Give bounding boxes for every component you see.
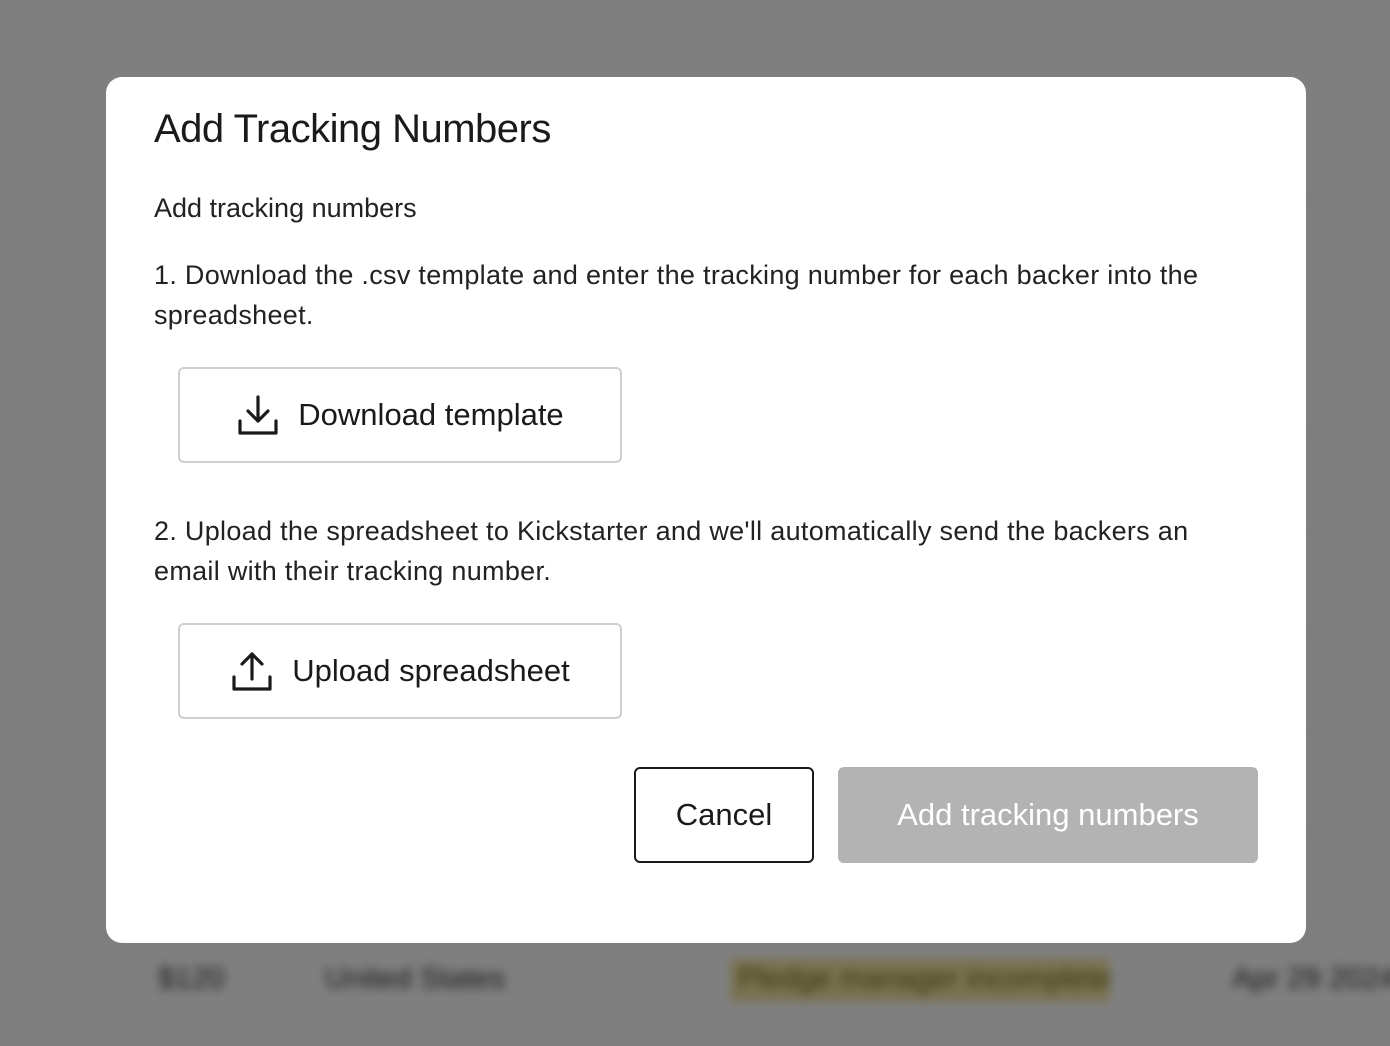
add-tracking-numbers-modal: Add Tracking Numbers Add tracking number… xyxy=(106,77,1306,943)
page: $120 United States Pledge manager incomp… xyxy=(0,0,1390,1046)
cancel-button[interactable]: Cancel xyxy=(634,767,814,863)
upload-spreadsheet-button[interactable]: Upload spreadsheet xyxy=(178,623,622,719)
step-1-instructions: 1. Download the .csv template and enter … xyxy=(154,260,1199,330)
add-tracking-numbers-button[interactable]: Add tracking numbers xyxy=(838,767,1258,863)
upload-spreadsheet-label: Upload spreadsheet xyxy=(292,653,570,688)
upload-icon xyxy=(230,649,274,693)
download-template-button[interactable]: Download template xyxy=(178,367,622,463)
download-icon xyxy=(236,393,280,437)
modal-title: Add Tracking Numbers xyxy=(154,107,551,151)
download-template-label: Download template xyxy=(298,397,564,432)
step-2-instructions: 2. Upload the spreadsheet to Kickstarter… xyxy=(154,516,1189,586)
modal-subtitle: Add tracking numbers xyxy=(154,193,417,223)
